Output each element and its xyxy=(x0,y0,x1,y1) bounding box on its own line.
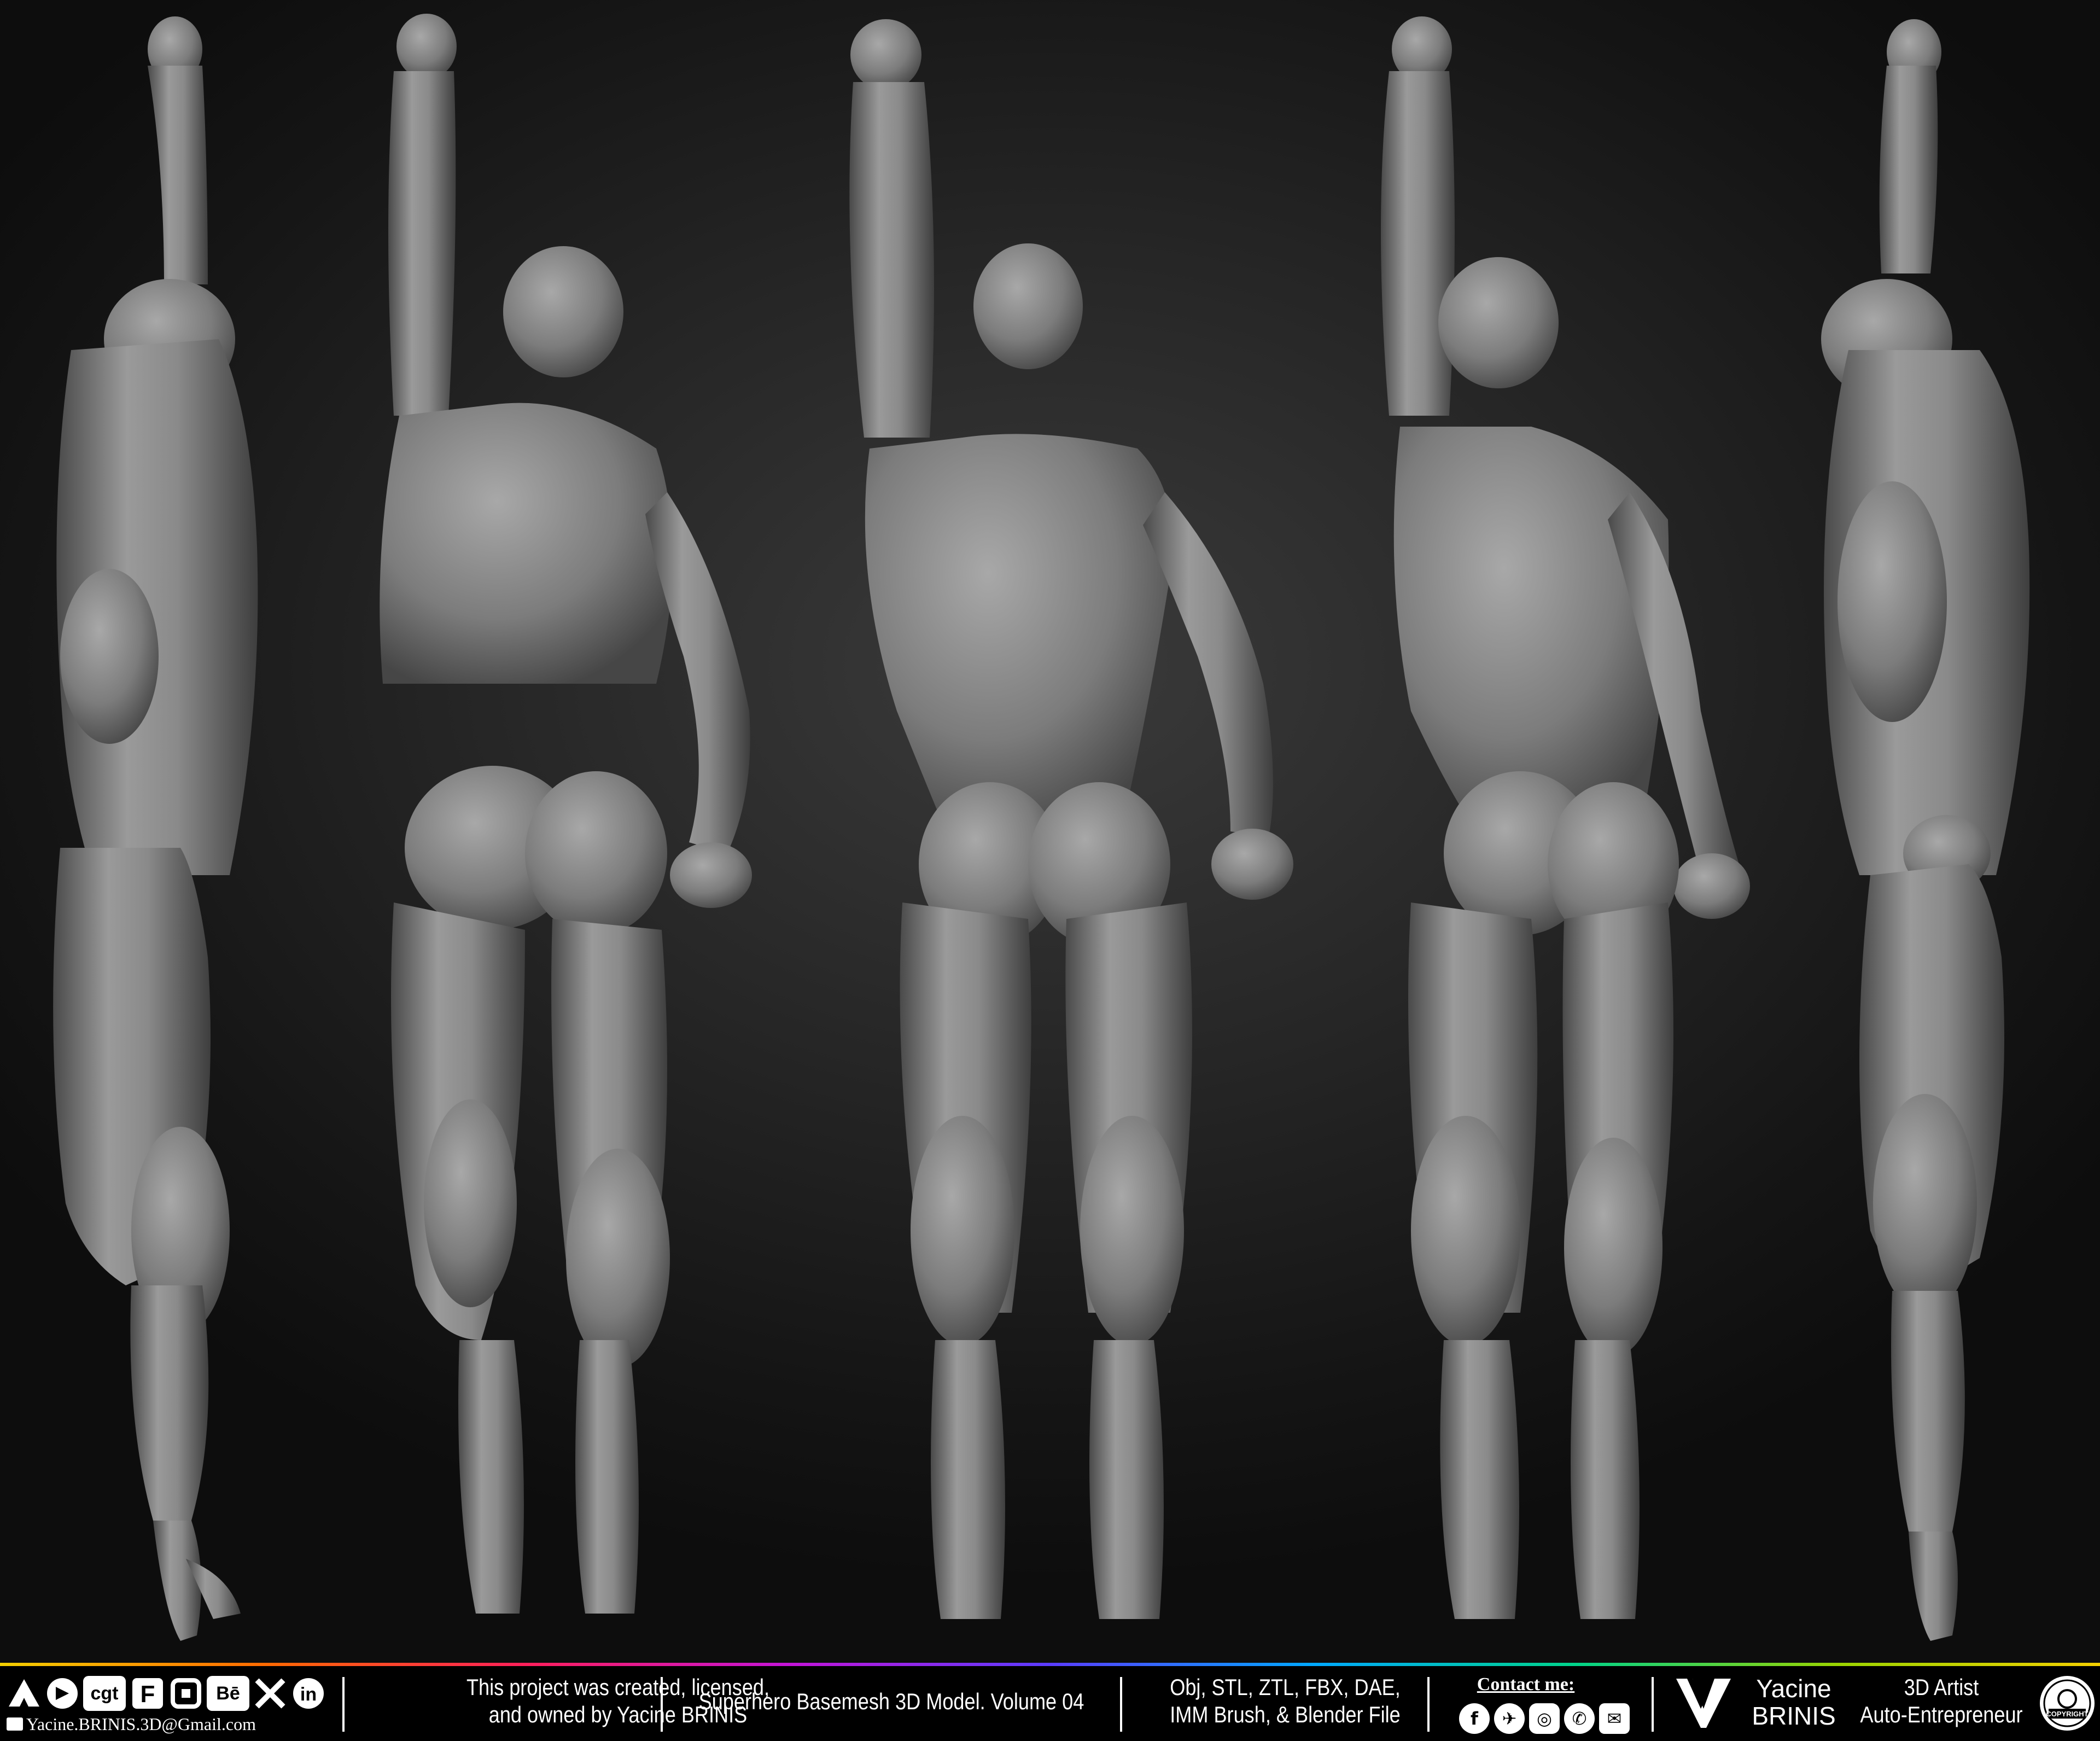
mail-icon[interactable]: ✉ xyxy=(1599,1703,1630,1734)
cgtrader-icon[interactable]: cgt xyxy=(83,1676,126,1711)
figure-back-three-quarter-left xyxy=(380,14,752,1614)
facebook-icon[interactable]: f xyxy=(1459,1703,1490,1734)
cube-icon[interactable] xyxy=(168,1676,203,1711)
blender-market-icon[interactable] xyxy=(45,1676,80,1711)
footer-bar: cgt F Bē in Yacine.BRINIS.3D@Gmail.com T… xyxy=(0,1666,2100,1741)
behance-icon[interactable]: Bē xyxy=(207,1676,249,1711)
contact-label: Contact me: xyxy=(1477,1674,1575,1695)
instagram-icon[interactable]: ◎ xyxy=(1529,1703,1560,1734)
divider xyxy=(342,1677,345,1732)
figure-side-left xyxy=(53,16,258,1641)
brand-first-name: Yacine xyxy=(1756,1674,1831,1703)
artstation-icon[interactable] xyxy=(7,1676,42,1711)
linkedin-icon[interactable]: in xyxy=(291,1676,326,1711)
whatsapp-icon[interactable]: ✆ xyxy=(1564,1703,1595,1734)
brand-last-name: BRINIS xyxy=(1752,1702,1836,1730)
formats-line-2: IMM Brush, & Blender File xyxy=(1170,1702,1401,1727)
brand-logo-icon xyxy=(1673,1676,1734,1731)
copyright-seal: COPYRIGHT xyxy=(2038,1674,2097,1733)
file-formats: Obj, STL, ZTL, FBX, DAE, IMM Brush, & Bl… xyxy=(1102,1674,1469,1728)
divider xyxy=(1427,1677,1430,1732)
sculpt-views xyxy=(53,14,2030,1641)
product-title: Superhero Basemesh 3D Model. Volume 04 xyxy=(698,1688,1084,1714)
messenger-icon[interactable]: ✈ xyxy=(1494,1703,1525,1734)
svg-text:F: F xyxy=(141,1681,155,1708)
render-background xyxy=(0,0,2100,1663)
formats-line-1: Obj, STL, ZTL, FBX, DAE, xyxy=(1170,1674,1401,1700)
email-address[interactable]: Yacine.BRINIS.3D@Gmail.com xyxy=(26,1713,332,1735)
artist-role: 3D Artist Auto-Entrepreneur xyxy=(1842,1674,2040,1728)
brand-name: Yacine BRINIS xyxy=(1739,1675,1848,1730)
role-line-1: 3D Artist xyxy=(1904,1674,1979,1700)
fab-icon[interactable]: F xyxy=(130,1676,165,1711)
divider xyxy=(661,1677,663,1732)
mail-small-icon xyxy=(7,1717,23,1731)
figure-side-right xyxy=(1821,19,2030,1641)
x-icon[interactable] xyxy=(253,1676,288,1711)
svg-text:in: in xyxy=(300,1684,317,1705)
figure-back-three-quarter-right xyxy=(1381,16,1750,1619)
role-line-2: Auto-Entrepreneur xyxy=(1860,1702,2023,1727)
svg-text:COPYRIGHT: COPYRIGHT xyxy=(2046,1710,2088,1718)
divider xyxy=(1652,1677,1654,1732)
figure-back-center xyxy=(849,19,1293,1619)
